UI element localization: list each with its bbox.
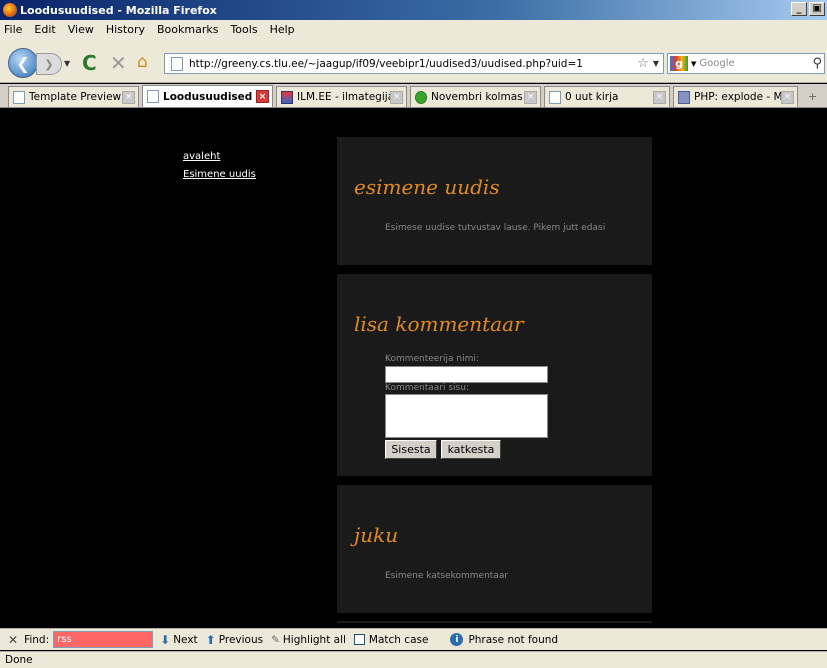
checkbox-icon[interactable]	[353, 634, 365, 645]
page-icon	[549, 90, 561, 104]
submit-button[interactable]: Sisesta	[385, 440, 437, 459]
find-status: Phrase not found	[468, 633, 559, 646]
status-bar: Done	[0, 651, 827, 668]
forward-button[interactable]: ❯	[36, 53, 62, 75]
menu-history[interactable]: History	[106, 23, 145, 36]
navigation-toolbar: ❮ ❯ ▼ C ✕ ⌂ http://greeny.cs.tlu.ee/~jaa…	[0, 39, 827, 83]
bookmark-star-icon[interactable]: ☆	[637, 56, 649, 71]
php-icon	[678, 90, 690, 104]
menu-bar: File Edit View History Bookmarks Tools H…	[0, 20, 827, 39]
news-title: esimene uudis	[354, 175, 500, 199]
comment-form-title: lisa kommentaar	[354, 312, 524, 336]
tab-loodusuudised[interactable]: Loodusuudised ×	[142, 85, 273, 107]
name-input[interactable]	[385, 366, 548, 383]
tab-label: 0 uut kirja	[565, 91, 619, 103]
cancel-button[interactable]: katkesta	[441, 440, 501, 459]
status-text: Done	[5, 654, 33, 666]
back-button[interactable]: ❮	[8, 48, 38, 78]
window-controls: _ ▣	[791, 2, 825, 16]
highlight-all-button[interactable]: ✎ Highlight all	[271, 634, 346, 646]
history-dropdown-icon[interactable]: ▼	[64, 59, 70, 68]
menu-bookmarks[interactable]: Bookmarks	[157, 23, 218, 36]
find-previous-label: Previous	[218, 633, 264, 646]
url-text[interactable]: http://greeny.cs.tlu.ee/~jaagup/if09/vee…	[189, 58, 637, 70]
tab-label: Loodusuudised	[163, 90, 253, 103]
search-engine-dropdown-icon[interactable]: ▼	[691, 60, 696, 68]
reload-icon[interactable]: C	[82, 51, 97, 75]
search-bar[interactable]: g ▼ Google ⚲	[667, 53, 825, 74]
menu-file[interactable]: File	[4, 23, 22, 36]
news-panel: esimene uudis Esimese uudise tutvustav l…	[337, 137, 652, 265]
highlight-all-label: Highlight all	[282, 633, 346, 646]
tab-template-preview[interactable]: Template Preview (b... ×	[8, 86, 139, 107]
search-placeholder[interactable]: Google	[699, 58, 812, 69]
find-bar: ✕ Find: rss ⬇ Next ⬆ Previous ✎ Highligh…	[0, 628, 827, 650]
nav-link-esimene-uudis[interactable]: Esimene uudis	[183, 169, 256, 180]
name-field-label: Kommenteerija nimi:	[385, 354, 479, 364]
match-case-label: Match case	[368, 633, 429, 646]
menu-tools[interactable]: Tools	[230, 23, 257, 36]
tab-label: Novembri kolmas näd...	[431, 91, 524, 103]
menu-help[interactable]: Help	[270, 23, 295, 36]
arrow-up-icon: ⬆	[205, 632, 216, 647]
body-field-label: Kommentaari sisu:	[385, 383, 469, 393]
tab-label: PHP: explode - Manual	[694, 91, 781, 103]
search-icon[interactable]: ⚲	[812, 56, 822, 71]
stop-icon[interactable]: ✕	[110, 51, 127, 75]
find-next-label: Next	[173, 633, 198, 646]
google-icon[interactable]: g	[670, 56, 688, 71]
arrow-down-icon: ⬇	[160, 632, 171, 647]
comment-form-panel: lisa kommentaar Kommenteerija nimi: Komm…	[337, 274, 652, 476]
match-case-checkbox[interactable]: Match case	[353, 633, 429, 646]
tab-bar: Template Preview (b... × Loodusuudised ×…	[0, 84, 827, 108]
comment-panel: juku Esimene katsekommentaar	[337, 485, 652, 613]
close-icon[interactable]: ×	[524, 90, 537, 104]
new-tab-icon[interactable]: +	[808, 90, 817, 103]
menu-edit[interactable]: Edit	[34, 23, 55, 36]
tab-novembri[interactable]: Novembri kolmas näd... ×	[410, 86, 541, 107]
page-nav: avaleht Esimene uudis	[183, 151, 256, 187]
firefox-icon	[3, 3, 17, 17]
tab-mail[interactable]: 0 uut kirja ×	[544, 86, 670, 107]
menu-view[interactable]: View	[68, 23, 94, 36]
page-content: avaleht Esimene uudis esimene uudis Esim…	[0, 109, 827, 623]
close-icon[interactable]: ×	[256, 90, 269, 103]
home-icon[interactable]: ⌂	[137, 52, 148, 72]
window-title: Loodusuudised - Mozilla Firefox	[20, 3, 217, 17]
nav-link-avaleht[interactable]: avaleht	[183, 151, 256, 162]
comment-textarea[interactable]	[385, 394, 548, 438]
tab-php[interactable]: PHP: explode - Manual ×	[673, 86, 798, 107]
tab-ilm[interactable]: ILM.EE - ilmategija in... ×	[276, 86, 407, 107]
url-bar[interactable]: http://greeny.cs.tlu.ee/~jaagup/if09/vee…	[164, 53, 664, 74]
close-icon[interactable]: ×	[390, 90, 403, 104]
tab-label: ILM.EE - ilmategija in...	[297, 91, 390, 103]
find-next-button[interactable]: ⬇ Next	[160, 633, 198, 647]
page-icon	[171, 56, 183, 71]
page-icon	[147, 90, 159, 103]
ilm-icon	[281, 90, 293, 104]
page-icon	[13, 90, 25, 104]
pencil-icon: ✎	[271, 633, 280, 646]
news-summary: Esimese uudise tutvustav lause. Pikem ju…	[385, 223, 606, 233]
url-dropdown-icon[interactable]: ▼	[653, 59, 659, 68]
find-label: Find:	[24, 633, 50, 646]
close-icon[interactable]: ×	[122, 90, 135, 104]
next-panel	[337, 621, 652, 623]
find-input[interactable]: rss	[53, 631, 154, 648]
green-circle-icon	[415, 90, 427, 104]
maximize-button[interactable]: ▣	[809, 2, 825, 16]
comment-text: Esimene katsekommentaar	[385, 571, 509, 581]
info-icon: i	[450, 633, 464, 646]
close-find-icon[interactable]: ✕	[8, 633, 18, 647]
close-icon[interactable]: ×	[653, 90, 666, 104]
close-icon[interactable]: ×	[781, 90, 794, 104]
window-title-bar: Loodusuudised - Mozilla Firefox _ ▣	[0, 0, 827, 20]
tab-label: Template Preview (b...	[29, 91, 122, 103]
find-previous-button[interactable]: ⬆ Previous	[206, 633, 263, 647]
comment-author: juku	[354, 523, 399, 547]
minimize-button[interactable]: _	[791, 2, 807, 16]
